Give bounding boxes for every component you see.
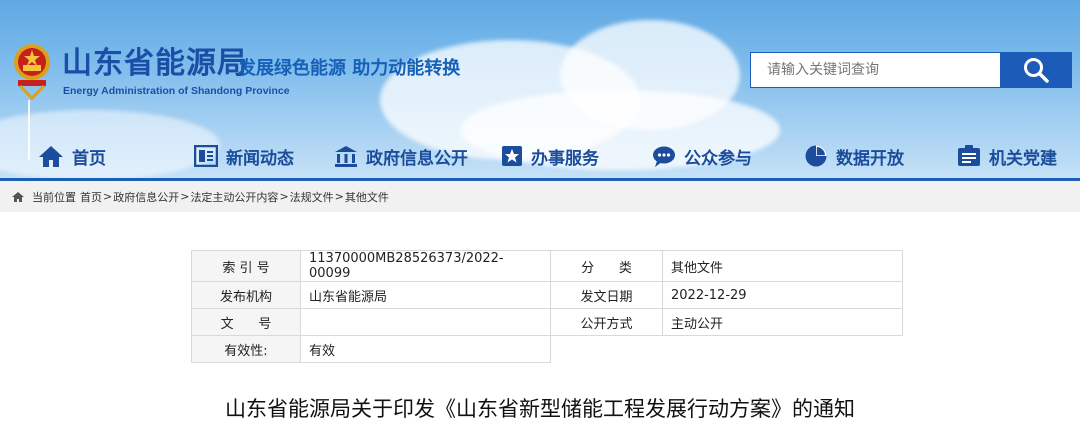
category-value: 其他文件 [662, 250, 903, 282]
disclosure-method-label: 公开方式 [550, 308, 663, 336]
article-title: 山东省能源局关于印发《山东省新型储能工程发展行动方案》的通知 [225, 397, 855, 421]
document-number-label: 文 号 [191, 308, 301, 336]
national-emblem-icon [14, 44, 50, 101]
pie-chart-icon [805, 145, 827, 167]
breadcrumb-separator: > [279, 190, 289, 203]
party-building-icon [958, 145, 980, 166]
table-row: 索 引 号 11370000MB28526373/2022-00099 分 类 … [191, 250, 903, 282]
index-number-label: 索 引 号 [191, 250, 301, 282]
main-nav: 首页 新闻动态 政府信息公开 办事服务 公众参与 数据开放 机关党建 [0, 132, 1080, 180]
search-icon [1024, 58, 1049, 83]
breadcrumb-item-home[interactable]: 首页 [80, 189, 102, 205]
site-title[interactable]: 山东省能源局 [62, 38, 248, 82]
nav-item-label: 新闻动态 [226, 148, 294, 169]
breadcrumb-item-mandatory-disclosure[interactable]: 法定主动公开内容 [190, 189, 278, 205]
disclosure-method-value: 主动公开 [662, 308, 903, 336]
category-label: 分 类 [550, 250, 663, 282]
document-number-value [300, 308, 551, 336]
table-row: 发布机构 山东省能源局 发文日期 2022-12-29 [191, 281, 903, 309]
nav-item-label: 办事服务 [531, 148, 599, 169]
nav-item-home[interactable]: 首页 [38, 132, 106, 180]
index-number-value: 11370000MB28526373/2022-00099 [300, 250, 551, 282]
home-icon [39, 146, 63, 167]
nav-item-public-participation[interactable]: 公众参与 [652, 132, 752, 180]
site-title-english: Energy Administration of Shandong Provin… [63, 85, 290, 97]
nav-item-open-data[interactable]: 数据开放 [804, 132, 904, 180]
nav-item-party-building[interactable]: 机关党建 [957, 132, 1057, 180]
chat-bubble-icon [653, 146, 675, 167]
site-slogan: 发展绿色能源 助力动能转换 [238, 58, 461, 79]
breadcrumb-separator: > [180, 190, 190, 203]
nav-item-label: 政府信息公开 [366, 148, 468, 169]
breadcrumb: 当前位置 首页 > 政府信息公开 > 法定主动公开内容 > 法规文件 > 其他文… [0, 181, 1080, 212]
issue-date-label: 发文日期 [550, 281, 663, 309]
publisher-value: 山东省能源局 [300, 281, 551, 309]
breadcrumb-item-other-documents[interactable]: 其他文件 [345, 189, 389, 205]
search-button[interactable] [1000, 52, 1072, 88]
breadcrumb-item-gov-info[interactable]: 政府信息公开 [113, 189, 179, 205]
publisher-label: 发布机构 [191, 281, 301, 309]
government-building-icon [335, 146, 357, 167]
breadcrumb-separator: > [103, 190, 113, 203]
empty-cell [663, 336, 903, 363]
star-service-icon [502, 146, 522, 166]
validity-label: 有效性: [191, 335, 301, 363]
nav-item-label: 公众参与 [684, 148, 752, 169]
nav-item-gov-info[interactable]: 政府信息公开 [334, 132, 468, 180]
nav-item-label: 首页 [72, 148, 106, 169]
search-input[interactable] [750, 52, 1000, 88]
home-icon [12, 191, 24, 202]
nav-item-label: 机关党建 [989, 148, 1057, 169]
document-metadata-table: 索 引 号 11370000MB28526373/2022-00099 分 类 … [191, 250, 903, 363]
table-row: 有效性: 有效 [191, 335, 903, 363]
nav-item-label: 数据开放 [836, 148, 904, 169]
newspaper-icon [194, 145, 218, 167]
nav-item-news[interactable]: 新闻动态 [194, 132, 294, 180]
validity-value: 有效 [300, 335, 551, 363]
nav-item-services[interactable]: 办事服务 [501, 132, 599, 180]
empty-cell [551, 336, 663, 363]
breadcrumb-item-regulations[interactable]: 法规文件 [290, 189, 334, 205]
breadcrumb-separator: > [334, 190, 344, 203]
breadcrumb-prefix: 当前位置 [32, 190, 76, 204]
issue-date-value: 2022-12-29 [662, 281, 903, 309]
table-row: 文 号 公开方式 主动公开 [191, 308, 903, 336]
site-header: 山东省能源局 Energy Administration of Shandong… [0, 0, 1080, 180]
